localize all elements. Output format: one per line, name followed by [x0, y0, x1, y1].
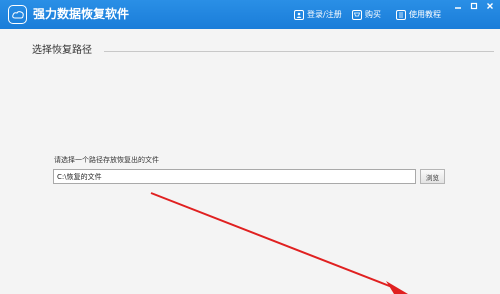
- annotation-arrow: [150, 192, 408, 294]
